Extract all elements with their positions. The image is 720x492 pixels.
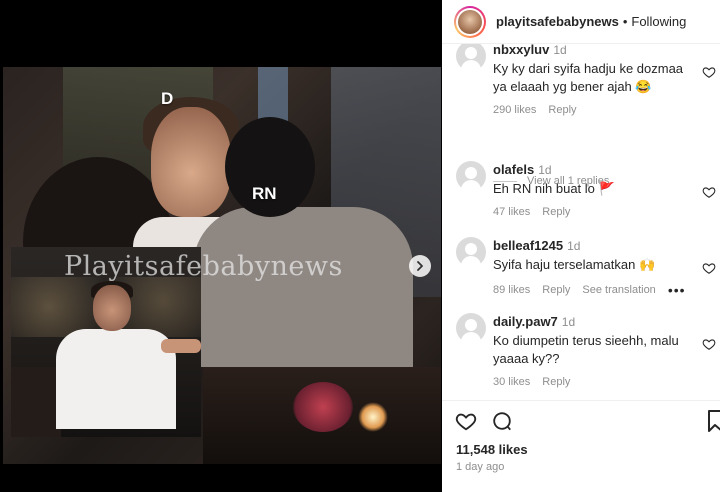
reply-button[interactable]: Reply — [542, 206, 570, 218]
comment-username[interactable]: daily.paw7 — [493, 314, 558, 329]
likes-count[interactable]: 11,548 likes — [456, 442, 528, 457]
post-side-panel: playitsafebabynews • Following nbxxyluv 1… — [442, 0, 720, 492]
heart-icon[interactable] — [702, 337, 716, 351]
comment-time: 1d — [553, 44, 567, 57]
comment-avatar[interactable] — [456, 237, 486, 267]
comments-list[interactable]: nbxxyluv 1d Ky ky dari syifa hadju ke doz… — [442, 44, 720, 400]
separator-dot: • — [622, 14, 628, 29]
reply-button[interactable]: Reply — [542, 376, 570, 388]
comment-time: 1d — [561, 315, 576, 329]
comment-text: Eh RN nih buat lo 🚩 — [493, 181, 615, 196]
candle — [358, 402, 388, 432]
comment-bubble-icon[interactable] — [491, 410, 513, 432]
heart-icon[interactable] — [702, 185, 716, 199]
woman-face — [151, 107, 231, 217]
comment-avatar[interactable] — [456, 44, 486, 71]
comment-text: Syifa haju terselamatkan 🙌 — [493, 257, 656, 272]
comment-username[interactable]: olafels — [493, 162, 534, 177]
reply-button[interactable]: Reply — [548, 104, 576, 116]
inset-person-face — [93, 285, 131, 331]
flowers — [293, 382, 353, 432]
post-header: playitsafebabynews • Following — [442, 0, 720, 44]
like-heart-icon[interactable] — [455, 410, 477, 432]
comment-likes[interactable]: 290 likes — [493, 104, 536, 116]
author-avatar[interactable] — [454, 5, 486, 38]
heart-icon[interactable] — [702, 261, 716, 275]
comment-text: Ko diumpetin terus sieehh, malu yaaaa ky… — [493, 333, 679, 366]
comment-likes[interactable]: 30 likes — [493, 376, 530, 388]
comment-username[interactable]: belleaf1245 — [493, 238, 563, 253]
following-button[interactable]: Following — [631, 14, 686, 29]
author-username[interactable]: playitsafebabynews — [496, 14, 619, 29]
watermark: Playitsafebabynews — [64, 251, 343, 282]
heart-icon[interactable] — [702, 65, 716, 79]
chevron-right-icon — [417, 261, 423, 271]
inset-person-arm — [161, 339, 201, 353]
comment-time: 1d — [538, 163, 552, 177]
comment-likes[interactable]: 89 likes — [493, 284, 530, 296]
instagram-post-view: D RN Playitsafebabynews playitsafebabyne… — [0, 0, 720, 492]
comment-likes[interactable]: 47 likes — [493, 206, 530, 218]
comment-time: 1d — [567, 239, 581, 253]
reply-button[interactable]: Reply — [542, 284, 570, 296]
comment-avatar[interactable] — [456, 313, 486, 343]
see-translation-button[interactable]: See translation — [582, 284, 655, 296]
more-options-icon[interactable]: ••• — [668, 282, 686, 298]
inset-person-body — [56, 329, 176, 429]
post-timestamp[interactable]: 1 day ago — [456, 461, 504, 473]
man-body — [193, 207, 413, 367]
next-slide-button[interactable] — [409, 255, 431, 277]
inset-chair — [11, 367, 61, 437]
comment-username[interactable]: nbxxyluv — [493, 44, 549, 57]
label-d: D — [161, 89, 174, 108]
post-media: D RN Playitsafebabynews — [0, 0, 442, 492]
comment-text: Ky ky dari syifa hadju ke dozmaa ya elaa… — [493, 61, 684, 94]
post-actions: 11,548 likes 1 day ago — [442, 400, 720, 492]
comment-avatar[interactable] — [456, 161, 486, 191]
save-bookmark-icon[interactable] — [708, 410, 720, 432]
label-rn: RN — [252, 184, 277, 203]
